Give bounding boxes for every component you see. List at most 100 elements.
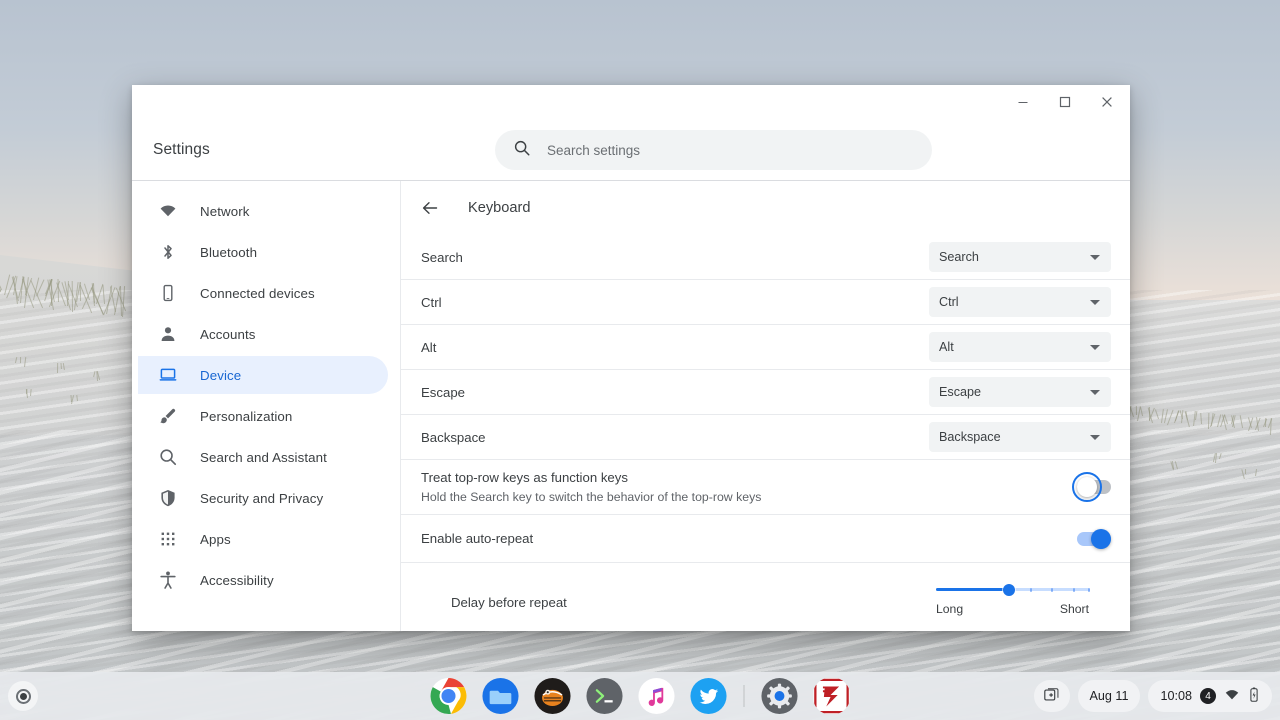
chevron-down-icon — [1090, 255, 1100, 260]
auto-repeat-label: Enable auto-repeat — [412, 531, 1077, 546]
key-remap-label: Search — [412, 250, 929, 265]
sidebar-item-apps[interactable]: Apps — [138, 520, 388, 558]
key-remap-label: Backspace — [412, 430, 929, 445]
status-area: Aug 11 10:08 4 — [1034, 680, 1273, 712]
shelf-app-terminal[interactable] — [586, 677, 624, 715]
brush-icon — [158, 406, 178, 426]
key-remap-select-alt[interactable]: Alt — [929, 332, 1111, 362]
new-desk-button[interactable] — [1034, 680, 1070, 712]
key-remap-label: Escape — [412, 385, 929, 400]
shelf-app-settings[interactable] — [761, 677, 799, 715]
shelf-app-unknown-app[interactable] — [534, 677, 572, 715]
system-tray[interactable]: 10:08 4 — [1148, 680, 1272, 712]
sidebar-item-bluetooth[interactable]: Bluetooth — [138, 233, 388, 271]
sidebar-item-personalization[interactable]: Personalization — [138, 397, 388, 435]
function-keys-toggle[interactable] — [1077, 480, 1111, 494]
sidebar-item-label: Bluetooth — [200, 245, 257, 260]
key-remap-row: Backspace Backspace — [401, 415, 1130, 460]
shelf-app-filezilla[interactable] — [813, 677, 851, 715]
shelf: Aug 11 10:08 4 — [0, 672, 1280, 720]
function-keys-subtitle: Hold the Search key to switch the behavi… — [421, 488, 1077, 506]
sidebar-item-label: Accounts — [200, 327, 256, 342]
sidebar-item-device[interactable]: Device — [138, 356, 388, 394]
shelf-app-music[interactable] — [638, 677, 676, 715]
key-remap-label: Ctrl — [412, 295, 929, 310]
bluetooth-icon — [158, 242, 178, 262]
sidebar-item-security-and-privacy[interactable]: Security and Privacy — [138, 479, 388, 517]
launcher-dot — [20, 693, 27, 700]
sidebar-item-search-and-assistant[interactable]: Search and Assistant — [138, 438, 388, 476]
accessibility-icon — [158, 570, 178, 590]
slider-tick — [1073, 588, 1075, 592]
key-remap-row: Escape Escape — [401, 370, 1130, 415]
key-remap-list: Search Search Ctrl Ctrl Alt Alt Escape Escape Ba… — [401, 235, 1130, 460]
shelf-app-chrome[interactable] — [430, 677, 468, 715]
delay-slider-row: Delay before repeat Long Short — [401, 563, 1130, 631]
sidebar-item-connected-devices[interactable]: Connected devices — [138, 274, 388, 312]
page-title: Settings — [153, 141, 210, 159]
auto-repeat-row: Enable auto-repeat — [401, 515, 1130, 563]
search-box[interactable] — [495, 130, 932, 170]
desktop: Settings Network Bluetooth Connected devic… — [0, 0, 1280, 720]
key-remap-select-search[interactable]: Search — [929, 242, 1111, 272]
battery-icon[interactable] — [1248, 687, 1260, 706]
search-icon — [513, 139, 531, 162]
shelf-separator — [744, 685, 745, 707]
content-header: Keyboard — [401, 181, 1130, 235]
sidebar-item-label: Network — [200, 204, 249, 219]
shelf-app-files[interactable] — [482, 677, 520, 715]
auto-repeat-toggle[interactable] — [1077, 532, 1111, 546]
sidebar-item-label: Accessibility — [200, 573, 274, 588]
sidebar-item-accounts[interactable]: Accounts — [138, 315, 388, 353]
slider-track[interactable] — [936, 588, 1089, 591]
function-keys-row: Treat top-row keys as function keys Hold… — [401, 460, 1130, 515]
key-remap-row: Ctrl Ctrl — [401, 280, 1130, 325]
slider-thumb[interactable] — [1003, 584, 1015, 596]
close-button[interactable] — [1086, 86, 1128, 118]
toggle-focus-ring — [1072, 472, 1102, 502]
chevron-down-icon — [1090, 390, 1100, 395]
key-remap-value: Ctrl — [939, 295, 959, 309]
slider-fill — [936, 588, 1009, 591]
slider-tick — [1051, 588, 1053, 592]
grass-blade — [1245, 469, 1246, 474]
notification-count-badge[interactable]: 4 — [1200, 688, 1216, 704]
key-remap-select-backspace[interactable]: Backspace — [929, 422, 1111, 452]
sidebar-item-label: Search and Assistant — [200, 450, 327, 465]
shelf-app-twitter[interactable] — [690, 677, 728, 715]
back-arrow-icon[interactable] — [420, 198, 440, 218]
settings-header: Settings — [132, 119, 1130, 181]
minimize-button[interactable] — [1002, 86, 1044, 118]
key-remap-select-ctrl[interactable]: Ctrl — [929, 287, 1111, 317]
key-remap-value: Search — [939, 250, 979, 264]
grass-blade — [60, 363, 62, 369]
chevron-down-icon — [1090, 300, 1100, 305]
maximize-button[interactable] — [1044, 86, 1086, 118]
sidebar-item-accessibility[interactable]: Accessibility — [138, 561, 388, 599]
sidebar-item-label: Personalization — [200, 409, 292, 424]
function-keys-title: Treat top-row keys as function keys — [421, 468, 1077, 487]
sidebar-item-network[interactable]: Network — [138, 192, 388, 230]
sidebar-item-label: Security and Privacy — [200, 491, 323, 506]
slider-tick — [1030, 588, 1032, 592]
toggle-knob — [1091, 529, 1111, 549]
date-button[interactable]: Aug 11 — [1078, 680, 1141, 712]
phone-icon — [158, 283, 178, 303]
slider-max-label: Short — [1060, 602, 1089, 616]
key-remap-row: Search Search — [401, 235, 1130, 280]
wifi-icon — [158, 201, 178, 221]
chevron-down-icon — [1090, 435, 1100, 440]
delay-slider[interactable]: Long Short — [936, 588, 1111, 616]
wifi-icon[interactable] — [1224, 687, 1240, 706]
launcher-button[interactable] — [8, 681, 38, 711]
sidebar-item-label: Connected devices — [200, 286, 315, 301]
window-caption-bar — [132, 85, 1130, 119]
search-icon — [158, 447, 178, 467]
content-title: Keyboard — [468, 200, 530, 216]
key-remap-label: Alt — [412, 340, 929, 355]
key-remap-row: Alt Alt — [401, 325, 1130, 370]
laptop-icon — [158, 365, 178, 385]
search-input[interactable] — [547, 143, 887, 158]
slider-end-labels: Long Short — [936, 602, 1089, 616]
key-remap-select-escape[interactable]: Escape — [929, 377, 1111, 407]
